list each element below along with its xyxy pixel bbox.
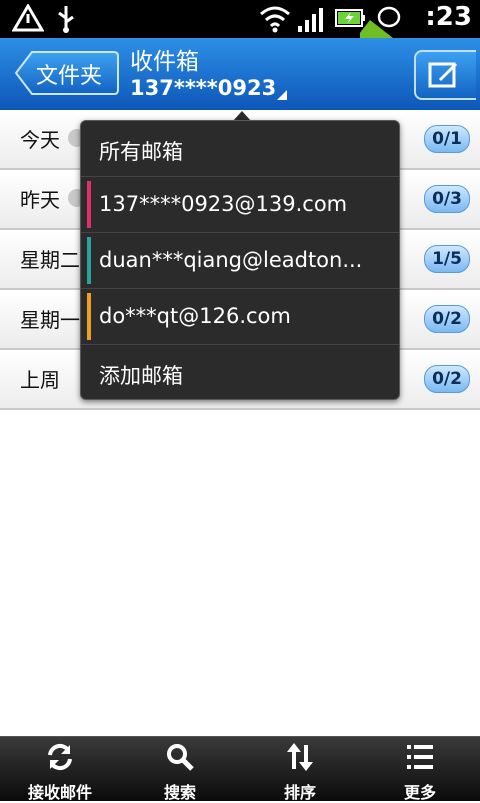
dropdown-item-label: 所有邮箱: [99, 140, 183, 164]
toolbar-label: 更多: [403, 783, 436, 802]
dropdown-item-label: 添加邮箱: [99, 364, 183, 388]
toolbar-label: 搜索: [163, 783, 196, 802]
more-button[interactable]: 更多: [360, 737, 480, 802]
dropdown-item-label: do***qt@126.com: [99, 304, 291, 328]
account-color-bar: [87, 237, 91, 284]
group-label: 昨天: [20, 188, 60, 212]
folders-label: 文件夹: [36, 64, 103, 89]
count-badge: 0/2: [424, 305, 470, 333]
refresh-icon: [48, 743, 72, 771]
signal-icon: [298, 8, 323, 32]
group-label: 星期二: [20, 248, 80, 272]
dropdown-item-all-mailboxes[interactable]: 所有邮箱: [81, 121, 399, 177]
account-color-bar: [87, 181, 91, 228]
group-label: 今天: [20, 128, 60, 152]
page-title: 收件箱: [130, 49, 199, 75]
folders-back-button[interactable]: 文件夹: [14, 50, 120, 96]
status-bar: :23 apk8.com: [0, 0, 480, 84]
count-badge: 1/5: [424, 245, 470, 273]
compose-button[interactable]: [414, 50, 476, 100]
account-dropdown: 所有邮箱 137****0923@139.com duan***qiang@le…: [80, 120, 400, 400]
bottom-toolbar: 接收邮件 搜索 排序 更多: [0, 736, 480, 802]
title-bar: 文件夹 收件箱 137****0923: [0, 38, 480, 112]
dropdown-item-label: duan***qiang@leadton...: [99, 248, 363, 272]
toolbar-label: 接收邮件: [27, 783, 92, 802]
sort-icon: [287, 743, 313, 771]
count-badge: 0/3: [424, 185, 470, 213]
sort-button[interactable]: 排序: [240, 737, 360, 802]
dropdown-item-label: 137****0923@139.com: [99, 192, 348, 216]
compose-icon: [428, 62, 458, 88]
search-icon: [167, 744, 194, 771]
more-icon: [407, 745, 433, 769]
dropdown-item-account[interactable]: 137****0923@139.com: [81, 177, 399, 233]
account-selector[interactable]: 137****0923: [130, 76, 276, 100]
account-dropdown-caret-icon: [277, 90, 287, 100]
group-label: 星期一: [20, 308, 80, 332]
wifi-icon: [260, 6, 290, 33]
receive-mail-button[interactable]: 接收邮件: [0, 737, 120, 802]
warning-icon: [12, 4, 44, 32]
search-button[interactable]: 搜索: [120, 737, 240, 802]
toolbar-label: 排序: [283, 783, 316, 802]
group-label: 上周: [20, 368, 60, 392]
dropdown-item-account[interactable]: duan***qiang@leadton...: [81, 233, 399, 289]
dropdown-item-add-mailbox[interactable]: 添加邮箱: [81, 345, 399, 400]
count-badge: 0/2: [424, 365, 470, 393]
account-color-bar: [87, 293, 91, 340]
dropdown-item-account[interactable]: do***qt@126.com: [81, 289, 399, 345]
usb-icon: [58, 6, 74, 33]
count-badge: 0/1: [424, 125, 470, 153]
